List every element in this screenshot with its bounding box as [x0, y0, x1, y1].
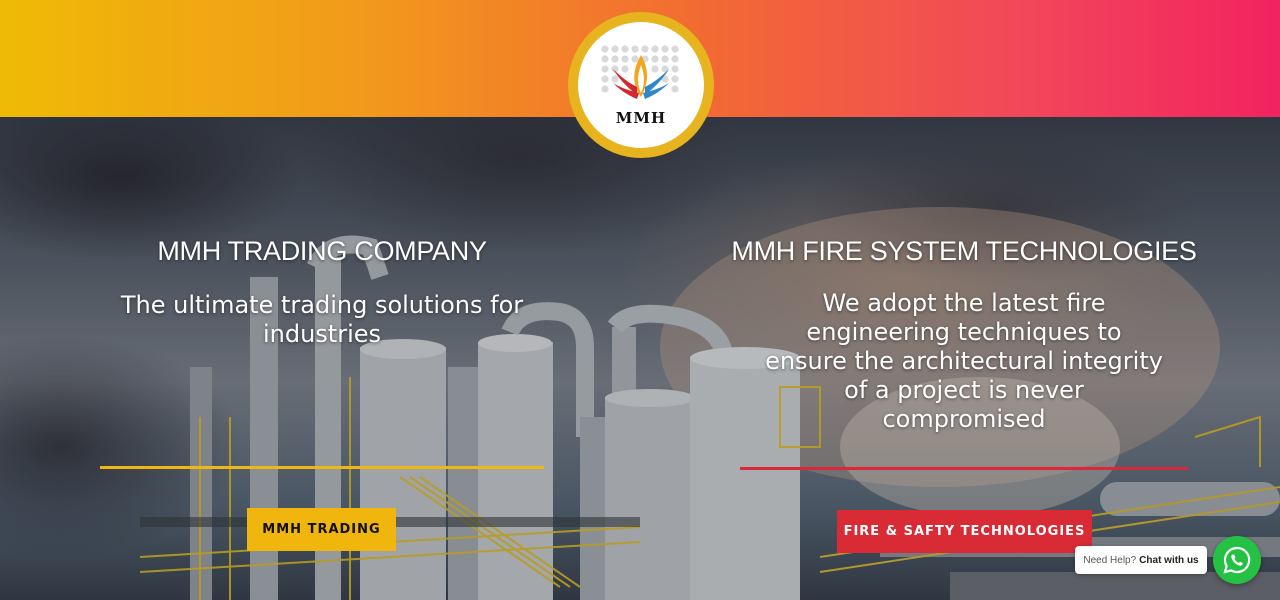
chat-help-prefix: Need Help? — [1083, 554, 1137, 566]
fire-divider — [740, 467, 1188, 470]
mmh-trading-button[interactable]: MMH TRADING — [247, 508, 396, 551]
chat-help-cta: Chat with us — [1139, 554, 1199, 566]
trading-title: MMH TRADING COMPANY — [157, 236, 487, 266]
fire-system-description: We adopt the latest fire engineering tec… — [765, 289, 1163, 433]
logo-badge: MMH — [578, 22, 704, 148]
fire-safety-button[interactable]: FIRE & SAFTY TECHNOLOGIES — [837, 510, 1092, 553]
site-logo[interactable]: MMH — [568, 12, 714, 158]
trading-description: The ultimate trading solutions for indus… — [120, 291, 524, 348]
trading-divider — [100, 466, 544, 469]
fire-system-title: MMH FIRE SYSTEM TECHNOLOGIES — [731, 236, 1197, 266]
chat-help-pill[interactable]: Need Help? Chat with us — [1075, 546, 1207, 574]
logo-emblem-icon — [601, 45, 679, 99]
whatsapp-icon — [1223, 546, 1251, 574]
logo-text: MMH — [615, 109, 667, 127]
whatsapp-chat-button[interactable] — [1213, 536, 1261, 584]
